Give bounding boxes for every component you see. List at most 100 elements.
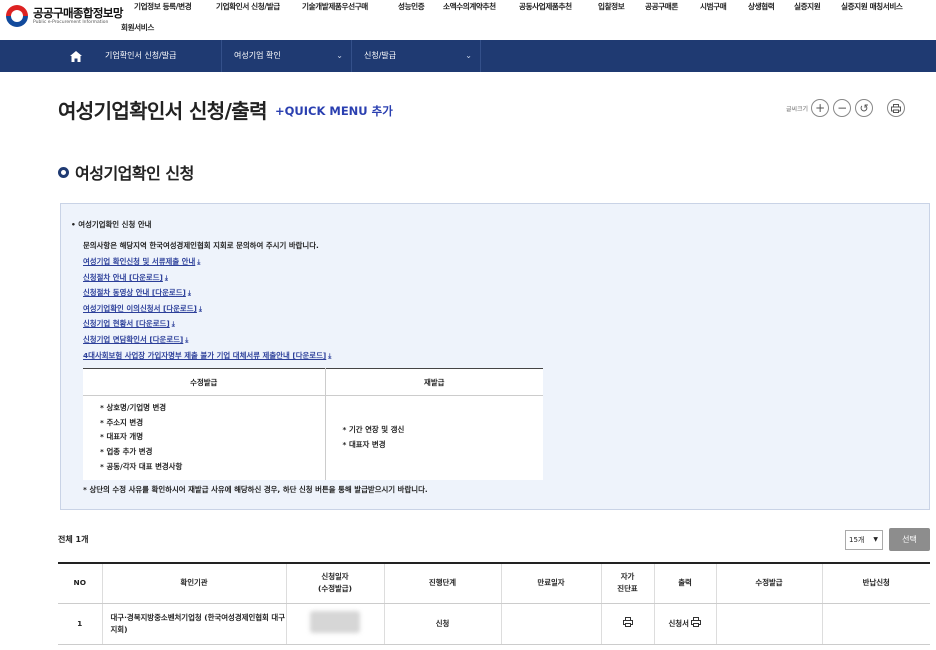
download-icon: ⤓ — [198, 304, 203, 313]
download-link[interactable]: 여성기업 확인신청 및 서류제출 안내 ⤓ — [83, 254, 331, 270]
column-header: 확인기관 — [102, 563, 287, 604]
reason-item: * 대표자 개명 — [100, 432, 144, 442]
gnb-item[interactable]: 기업확인서 신청/발급 — [216, 1, 280, 12]
breadcrumb-label: 신청/발급 — [364, 51, 397, 60]
reason-item: * 기간 연장 및 갱신 — [342, 425, 405, 435]
column-header: 수정발급 — [716, 563, 823, 604]
download-link[interactable]: 신청절차 동영상 안내 [다운로드] ⤓ — [83, 285, 331, 301]
logo-subtitle: Public e-Procurement Information — [33, 19, 109, 25]
column-header: 진행단계 — [384, 563, 502, 604]
column-header: 신청일자 (수정발급) — [286, 563, 385, 604]
gnb-item[interactable]: 기술개발제품우선구매 — [302, 1, 368, 12]
section-header: 여성기업확인 신청 — [58, 160, 194, 184]
row-number: 1 — [58, 603, 103, 645]
page-tools: 글씨크기 + − ↺ — [786, 99, 906, 117]
row-return-request — [822, 603, 930, 645]
row-expiry-date — [501, 603, 602, 645]
minus-icon: − — [837, 101, 848, 115]
breadcrumb-label: 기업확인서 신청/발급 — [105, 51, 177, 60]
redacted-date — [310, 610, 360, 633]
quick-menu-add-link[interactable]: +QUICK MENU 추가 — [275, 103, 393, 119]
download-icon: ⤓ — [171, 320, 175, 329]
breadcrumb-level-2[interactable]: 여성기업 확인 ⌄ — [221, 40, 351, 72]
page-title: 여성기업확인서 신청/출력 — [58, 99, 267, 123]
download-link[interactable]: 신청절차 안내 [다운로드] ⤓ — [83, 270, 331, 286]
guide-box: • 여성기업확인 신청 안내 문의사항은 해당지역 한국여성경제인협회 지회로 … — [60, 203, 930, 510]
download-link-label: 신청기업 면담확인서 [다운로드] — [83, 334, 184, 344]
row-application-date — [286, 603, 385, 645]
reissue-reason-table: 수정발급 재발급 * 상호명/기업명 변경 * 주소지 변경 * 대표자 개명 … — [83, 368, 543, 480]
total-count: 전체 1개 — [58, 535, 89, 544]
reissue-reasons-cell: * 기간 연장 및 갱신 * 대표자 변경 — [325, 396, 543, 480]
self-diagnosis-print-button[interactable] — [601, 603, 655, 645]
location-navbar: 기업확인서 신청/발급 여성기업 확인 ⌄ 신청/발급 ⌄ — [0, 40, 936, 72]
font-reset-button[interactable]: ↺ — [855, 99, 874, 117]
download-link[interactable]: 여성기업확인 이의신청서 [다운로드] ⤓ — [83, 301, 331, 317]
download-icon: ⤓ — [197, 258, 201, 266]
logo-emblem-icon — [6, 5, 28, 27]
download-link[interactable]: 신청기업 현황서 [다운로드] ⤓ — [83, 316, 331, 332]
column-header: 출력 — [654, 563, 717, 604]
download-icon: ⤓ — [185, 335, 189, 344]
column-header: NO — [58, 563, 103, 604]
column-header: 반납신청 — [822, 563, 930, 604]
row-agency: 대구·경북지방중소벤처기업청 (한국여성경제인협회 대구지회) — [102, 603, 287, 645]
select-button[interactable]: 선택 — [889, 528, 930, 551]
chevron-down-icon: ⌄ — [465, 51, 472, 60]
download-icon: ⤓ — [164, 273, 169, 282]
download-link-label: 신청기업 현황서 [다운로드] — [83, 319, 170, 329]
breadcrumb-level-1[interactable]: 기업확인서 신청/발급 — [93, 40, 221, 72]
home-button[interactable] — [60, 40, 92, 72]
chevron-down-icon: ⌄ — [336, 51, 343, 60]
download-link-label: 신청절차 동영상 안내 [다운로드] — [83, 288, 186, 298]
application-print-button[interactable]: 신청서 — [654, 603, 717, 645]
modify-reasons-cell: * 상호명/기업명 변경 * 주소지 변경 * 대표자 개명 * 업종 추가 변… — [83, 395, 326, 480]
download-link-label: 4대사회보험 사업장 가입자명부 제출 불가 기업 대체서류 제출안내 [다운로… — [83, 350, 327, 360]
print-label: 신청서 — [668, 619, 689, 628]
font-increase-button[interactable]: + — [811, 99, 830, 117]
column-header: 만료일자 — [501, 563, 602, 604]
breadcrumb-level-3[interactable]: 신청/발급 ⌄ — [351, 40, 481, 72]
download-link-label: 신청절차 안내 [다운로드] — [83, 272, 163, 282]
gnb-item[interactable]: 상생협력 — [748, 1, 775, 12]
table-header: 재발급 — [325, 368, 543, 396]
site-logo[interactable]: 공공구매종합정보망 Public e-Procurement Informati… — [6, 5, 123, 27]
guide-note: * 상단의 수정 사유를 확인하시어 재발급 사유에 해당하신 경우, 하단 신… — [83, 485, 428, 494]
download-links: 여성기업 확인신청 및 서류제출 안내 ⤓ 신청절차 안내 [다운로드] ⤓ 신청절… — [83, 254, 331, 363]
application-table: NO 확인기관 신청일자 (수정발급) 진행단계 만료일자 자가 진단표 출력 … — [58, 562, 930, 645]
breadcrumb-label: 여성기업 확인 — [234, 51, 281, 60]
gnb-item[interactable]: 소액수의계약추천 — [443, 1, 496, 12]
guide-description: 문의사항은 해당지역 한국여성경제인협회 지회로 문의하여 주시기 바랍니다. — [83, 241, 319, 250]
reason-item: * 대표자 변경 — [342, 439, 386, 449]
download-link[interactable]: 신청기업 면담확인서 [다운로드] ⤓ — [83, 332, 331, 348]
guide-heading: • 여성기업확인 신청 안내 — [71, 220, 152, 229]
reset-icon: ↺ — [859, 101, 869, 115]
download-link[interactable]: 4대사회보험 사업장 가입자명부 제출 불가 기업 대체서류 제출안내 [다운로… — [83, 348, 331, 364]
reason-item: * 공동/각자 대표 변경사항 — [100, 461, 183, 471]
gnb-item[interactable]: 공동사업제품추천 — [519, 1, 572, 12]
reason-item: * 상호명/기업명 변경 — [100, 403, 167, 413]
printer-icon — [691, 617, 702, 627]
gnb-item[interactable]: 시범구매 — [700, 1, 727, 12]
gnb-item[interactable]: 실증지원 매칭서비스 — [841, 1, 903, 12]
gnb-item[interactable]: 실증지원 — [794, 1, 821, 12]
print-button[interactable] — [887, 99, 906, 117]
font-decrease-button[interactable]: − — [833, 99, 852, 117]
top-header: 공공구매종합정보망 Public e-Procurement Informati… — [0, 0, 936, 40]
download-link-label: 여성기업 확인신청 및 서류제출 안내 — [83, 257, 196, 266]
gnb-item[interactable]: 공공구매론 — [645, 1, 678, 12]
gnb-item[interactable]: 성능인증 — [398, 1, 425, 12]
page-size-value: 15개 — [849, 536, 865, 544]
reason-item: * 업종 추가 변경 — [100, 447, 153, 457]
gnb-item[interactable]: 회원서비스 — [121, 22, 154, 33]
logo-title: 공공구매종합정보망 — [33, 5, 123, 20]
plus-icon: + — [815, 101, 826, 115]
gnb-item[interactable]: 기업정보 등록/변경 — [134, 1, 192, 12]
caret-down-icon: ▼ — [873, 536, 878, 543]
gnb-item[interactable]: 입찰정보 — [598, 1, 625, 12]
home-icon — [70, 50, 82, 62]
circle-bullet-icon — [58, 166, 69, 178]
page-size-select[interactable]: 15개 ▼ — [845, 530, 883, 550]
printer-icon — [622, 616, 633, 627]
download-icon: ⤓ — [187, 289, 191, 298]
